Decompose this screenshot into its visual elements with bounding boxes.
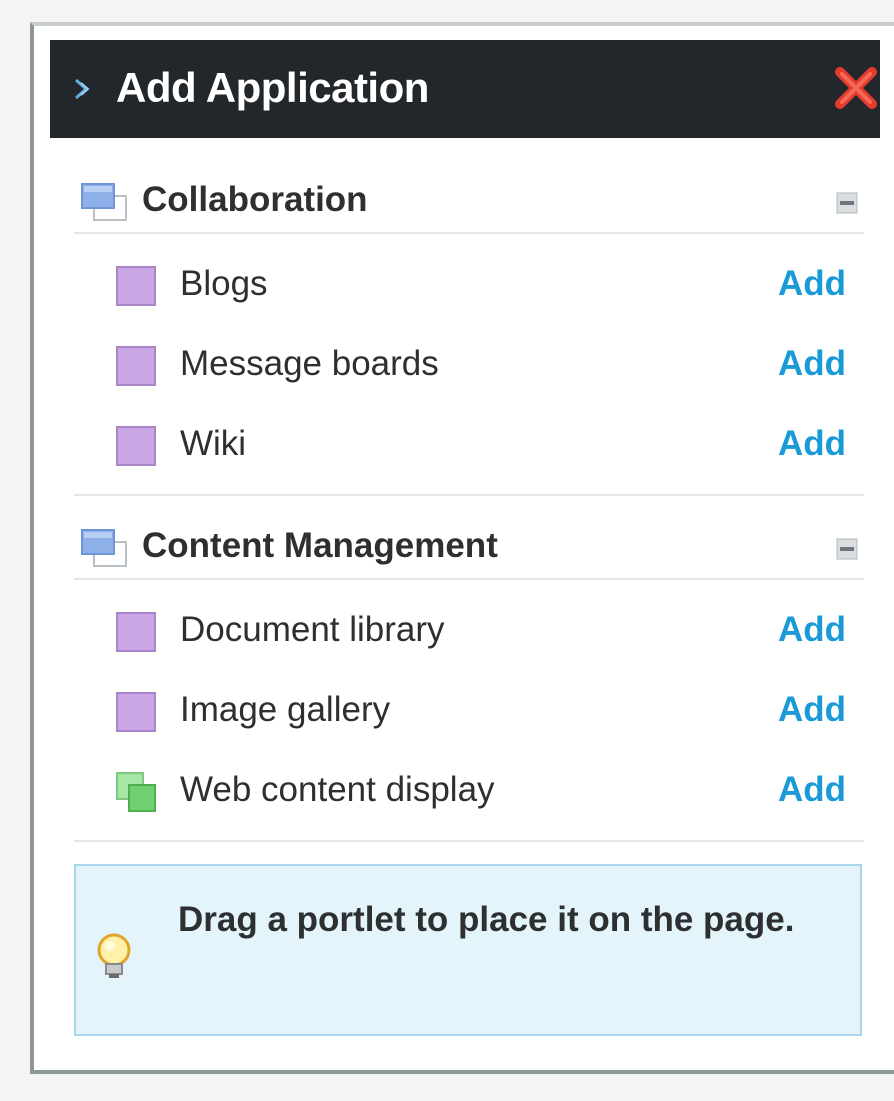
category-content-management: Content Management Document library Add … bbox=[74, 512, 864, 842]
app-row-image-gallery[interactable]: Image gallery Add bbox=[74, 668, 864, 748]
add-blogs-link[interactable]: Add bbox=[778, 262, 846, 306]
portlet-icon bbox=[116, 692, 156, 732]
dialog-titlebar: Add Application bbox=[50, 40, 880, 138]
app-list: Document library Add Image gallery Add W… bbox=[74, 580, 864, 842]
category-folder-icon bbox=[81, 183, 127, 221]
portlet-icon bbox=[116, 266, 156, 306]
add-web-content-display-link[interactable]: Add bbox=[778, 768, 846, 812]
app-label: Message boards bbox=[180, 344, 439, 383]
app-list: Blogs Add Message boards Add Wiki Add bbox=[74, 234, 864, 496]
app-label: Document library bbox=[180, 610, 445, 649]
add-message-boards-link[interactable]: Add bbox=[778, 342, 846, 386]
add-application-panel: Add Application Collaboration Blogs Add … bbox=[30, 22, 894, 1074]
app-row-message-boards[interactable]: Message boards Add bbox=[74, 322, 864, 402]
dialog-title: Add Application bbox=[116, 64, 429, 111]
minus-icon[interactable] bbox=[836, 192, 858, 214]
category-folder-icon bbox=[81, 529, 127, 567]
add-image-gallery-link[interactable]: Add bbox=[778, 688, 846, 732]
minus-icon[interactable] bbox=[836, 538, 858, 560]
category-header[interactable]: Content Management bbox=[74, 512, 864, 580]
app-label: Wiki bbox=[180, 424, 247, 463]
category-label: Content Management bbox=[142, 526, 498, 565]
app-row-wiki[interactable]: Wiki Add bbox=[74, 402, 864, 482]
portlet-icon bbox=[116, 346, 156, 386]
close-icon[interactable] bbox=[832, 64, 880, 112]
category-collaboration: Collaboration Blogs Add Message boards A… bbox=[74, 166, 864, 496]
web-content-icon bbox=[116, 772, 156, 812]
portlet-icon bbox=[116, 426, 156, 466]
lightbulb-icon bbox=[97, 933, 131, 978]
tip-text: Drag a portlet to place it on the page. bbox=[178, 900, 795, 939]
add-wiki-link[interactable]: Add bbox=[778, 422, 846, 466]
tip-message-box: Drag a portlet to place it on the page. bbox=[74, 864, 862, 1036]
portlet-icon bbox=[116, 612, 156, 652]
add-document-library-link[interactable]: Add bbox=[778, 608, 846, 652]
category-label: Collaboration bbox=[142, 180, 368, 219]
chevron-right-icon[interactable] bbox=[74, 78, 92, 100]
app-label: Web content display bbox=[180, 770, 495, 809]
app-label: Blogs bbox=[180, 264, 268, 303]
app-row-web-content-display[interactable]: Web content display Add bbox=[74, 748, 864, 828]
app-row-document-library[interactable]: Document library Add bbox=[74, 588, 864, 668]
category-header[interactable]: Collaboration bbox=[74, 166, 864, 234]
app-label: Image gallery bbox=[180, 690, 391, 729]
app-row-blogs[interactable]: Blogs Add bbox=[74, 242, 864, 322]
